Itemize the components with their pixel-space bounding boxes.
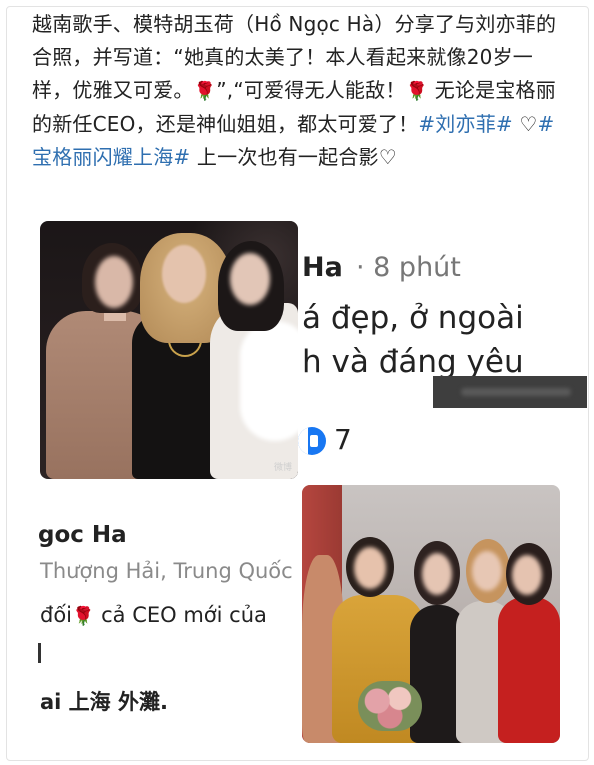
bg-post-line3: đối🌹 cả CEO mới của [40,603,267,627]
figure-center-face [162,245,206,303]
photo-three-women[interactable]: 微博 [40,221,298,479]
bg-post-time: · 8 phút [356,252,461,283]
rose-icon: 🌹 [193,81,217,102]
caption-text-b: ”,“可爱得无人能敌！ [216,78,406,102]
post-caption: 越南歌手、模特胡玉荷（Hồ Ngọc Hà）分享了与刘亦菲的合照，并写道：“她真… [32,8,562,174]
caption-text-d: 上一次也有一起合影♡ [190,145,397,169]
redaction-bar [433,376,587,408]
bg-post-line4: ai 上海 外灘. [40,690,168,714]
flower-arrangement [358,681,422,731]
person-4-face-blurred [472,551,502,591]
hashtag-liu-yifei[interactable]: #刘亦菲# [418,112,513,136]
figure-left-face-blurred [95,256,133,308]
bg-line3-b: cả CEO mới của [94,603,267,627]
figure-right-face-blurred [230,253,270,305]
person-3-face-blurred [422,553,452,595]
heart-symbol: ♡ [512,112,538,136]
bg-line3-a: đối [40,603,73,627]
like-icon [298,427,326,455]
photo-watermark: 微博 [273,463,292,473]
figure-right-fur [240,321,298,441]
photo-group-seated[interactable] [302,485,560,743]
person-5-face-blurred [512,555,542,595]
text-cursor-bar [38,643,41,663]
bg-post-line1: á đẹp, ở ngoài [302,300,524,336]
person-2-face-blurred [354,547,386,589]
rose-icon: 🌹 [72,606,95,627]
bg-author-name-2: goc Ha [38,522,127,548]
rose-icon: 🌹 [405,81,429,102]
bg-location: Thượng Hải, Trung Quốc [40,559,293,583]
person-5-red-dress [498,597,560,743]
like-count: 7 [334,423,352,456]
bg-author-name: Ha [302,252,343,283]
bg-post-line2: h và đáng yêu [302,344,524,380]
